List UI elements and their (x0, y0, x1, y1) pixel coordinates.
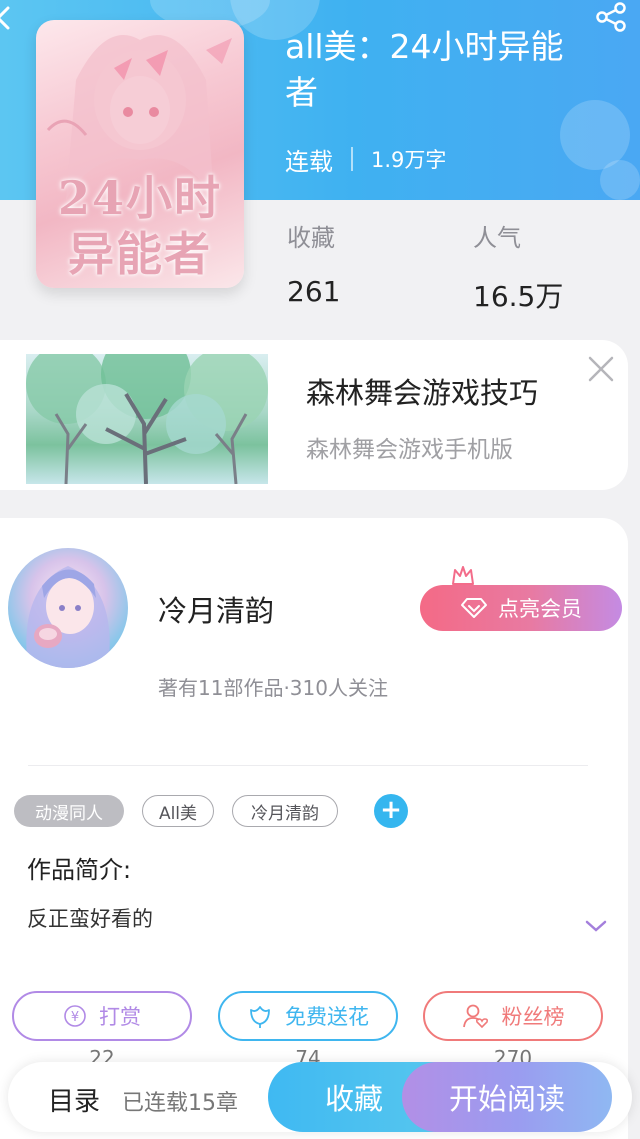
serial-status: 连载 (285, 147, 333, 176)
author-meta: 著有11部作品·310人关注 (158, 676, 388, 700)
vip-button-label: 点亮会员 (498, 597, 582, 621)
stat-label: 人气 (473, 224, 521, 252)
tag-author[interactable]: 冷月清韵 (232, 795, 338, 827)
tag-category[interactable]: 动漫同人 (14, 795, 124, 827)
svg-text:¥: ¥ (71, 1010, 79, 1025)
back-icon[interactable] (0, 6, 14, 30)
fans-rank-label: 粉丝榜 (501, 1005, 565, 1029)
reward-button[interactable]: ¥ 打赏 (12, 991, 192, 1041)
intro-heading: 作品简介: (27, 856, 132, 884)
vip-button[interactable]: 点亮会员 (420, 585, 622, 631)
start-reading-button[interactable]: 开始阅读 (402, 1062, 612, 1132)
send-flower-button[interactable]: 免费送花 (218, 991, 398, 1041)
book-title: all美：24小时异能者 (285, 27, 564, 112)
author-avatar[interactable] (8, 548, 128, 668)
chapter-count: 已连载15章 (122, 1091, 238, 1116)
stat-favorites: 收藏 261 (287, 218, 340, 308)
author-name[interactable]: 冷月清韵 (158, 588, 274, 630)
close-icon[interactable] (584, 352, 618, 386)
ad-subtitle: 森林舞会游戏手机版 (306, 437, 513, 463)
reward-label: 打赏 (99, 1005, 141, 1029)
chevron-down-icon[interactable] (584, 918, 608, 934)
ad-title[interactable]: 森林舞会游戏技巧 (306, 370, 538, 412)
fan-heart-icon (462, 1004, 488, 1029)
word-count: 1.9万字 (371, 148, 447, 172)
stat-label: 收藏 (287, 224, 335, 252)
yen-coin-icon: ¥ (64, 1005, 86, 1027)
send-flower-label: 免费送花 (285, 1005, 369, 1029)
share-icon[interactable] (594, 2, 628, 32)
book-cover[interactable]: 24小时异能者 (36, 20, 244, 288)
tag-keyword[interactable]: All美 (142, 795, 214, 827)
book-status-row: 连载 1.9万字 (285, 140, 446, 178)
stat-popularity: 人气 16.5万 (473, 218, 563, 315)
intro-text: 反正蛮好看的 (27, 907, 153, 931)
stat-value: 16.5万 (473, 280, 564, 313)
cover-title: 24小时异能者 (57, 171, 222, 281)
section-divider (28, 765, 588, 766)
add-tag-button[interactable]: + (374, 794, 408, 828)
stat-value: 261 (287, 275, 341, 308)
toc-button[interactable]: 目录 (48, 1081, 100, 1118)
ad-image[interactable] (26, 354, 268, 484)
diamond-icon (461, 598, 487, 618)
fans-rank-button[interactable]: 粉丝榜 (423, 991, 603, 1041)
flower-icon (250, 1006, 270, 1028)
status-divider (351, 147, 353, 171)
ad-banner[interactable]: 森林舞会游戏技巧 森林舞会游戏手机版 (0, 340, 628, 490)
